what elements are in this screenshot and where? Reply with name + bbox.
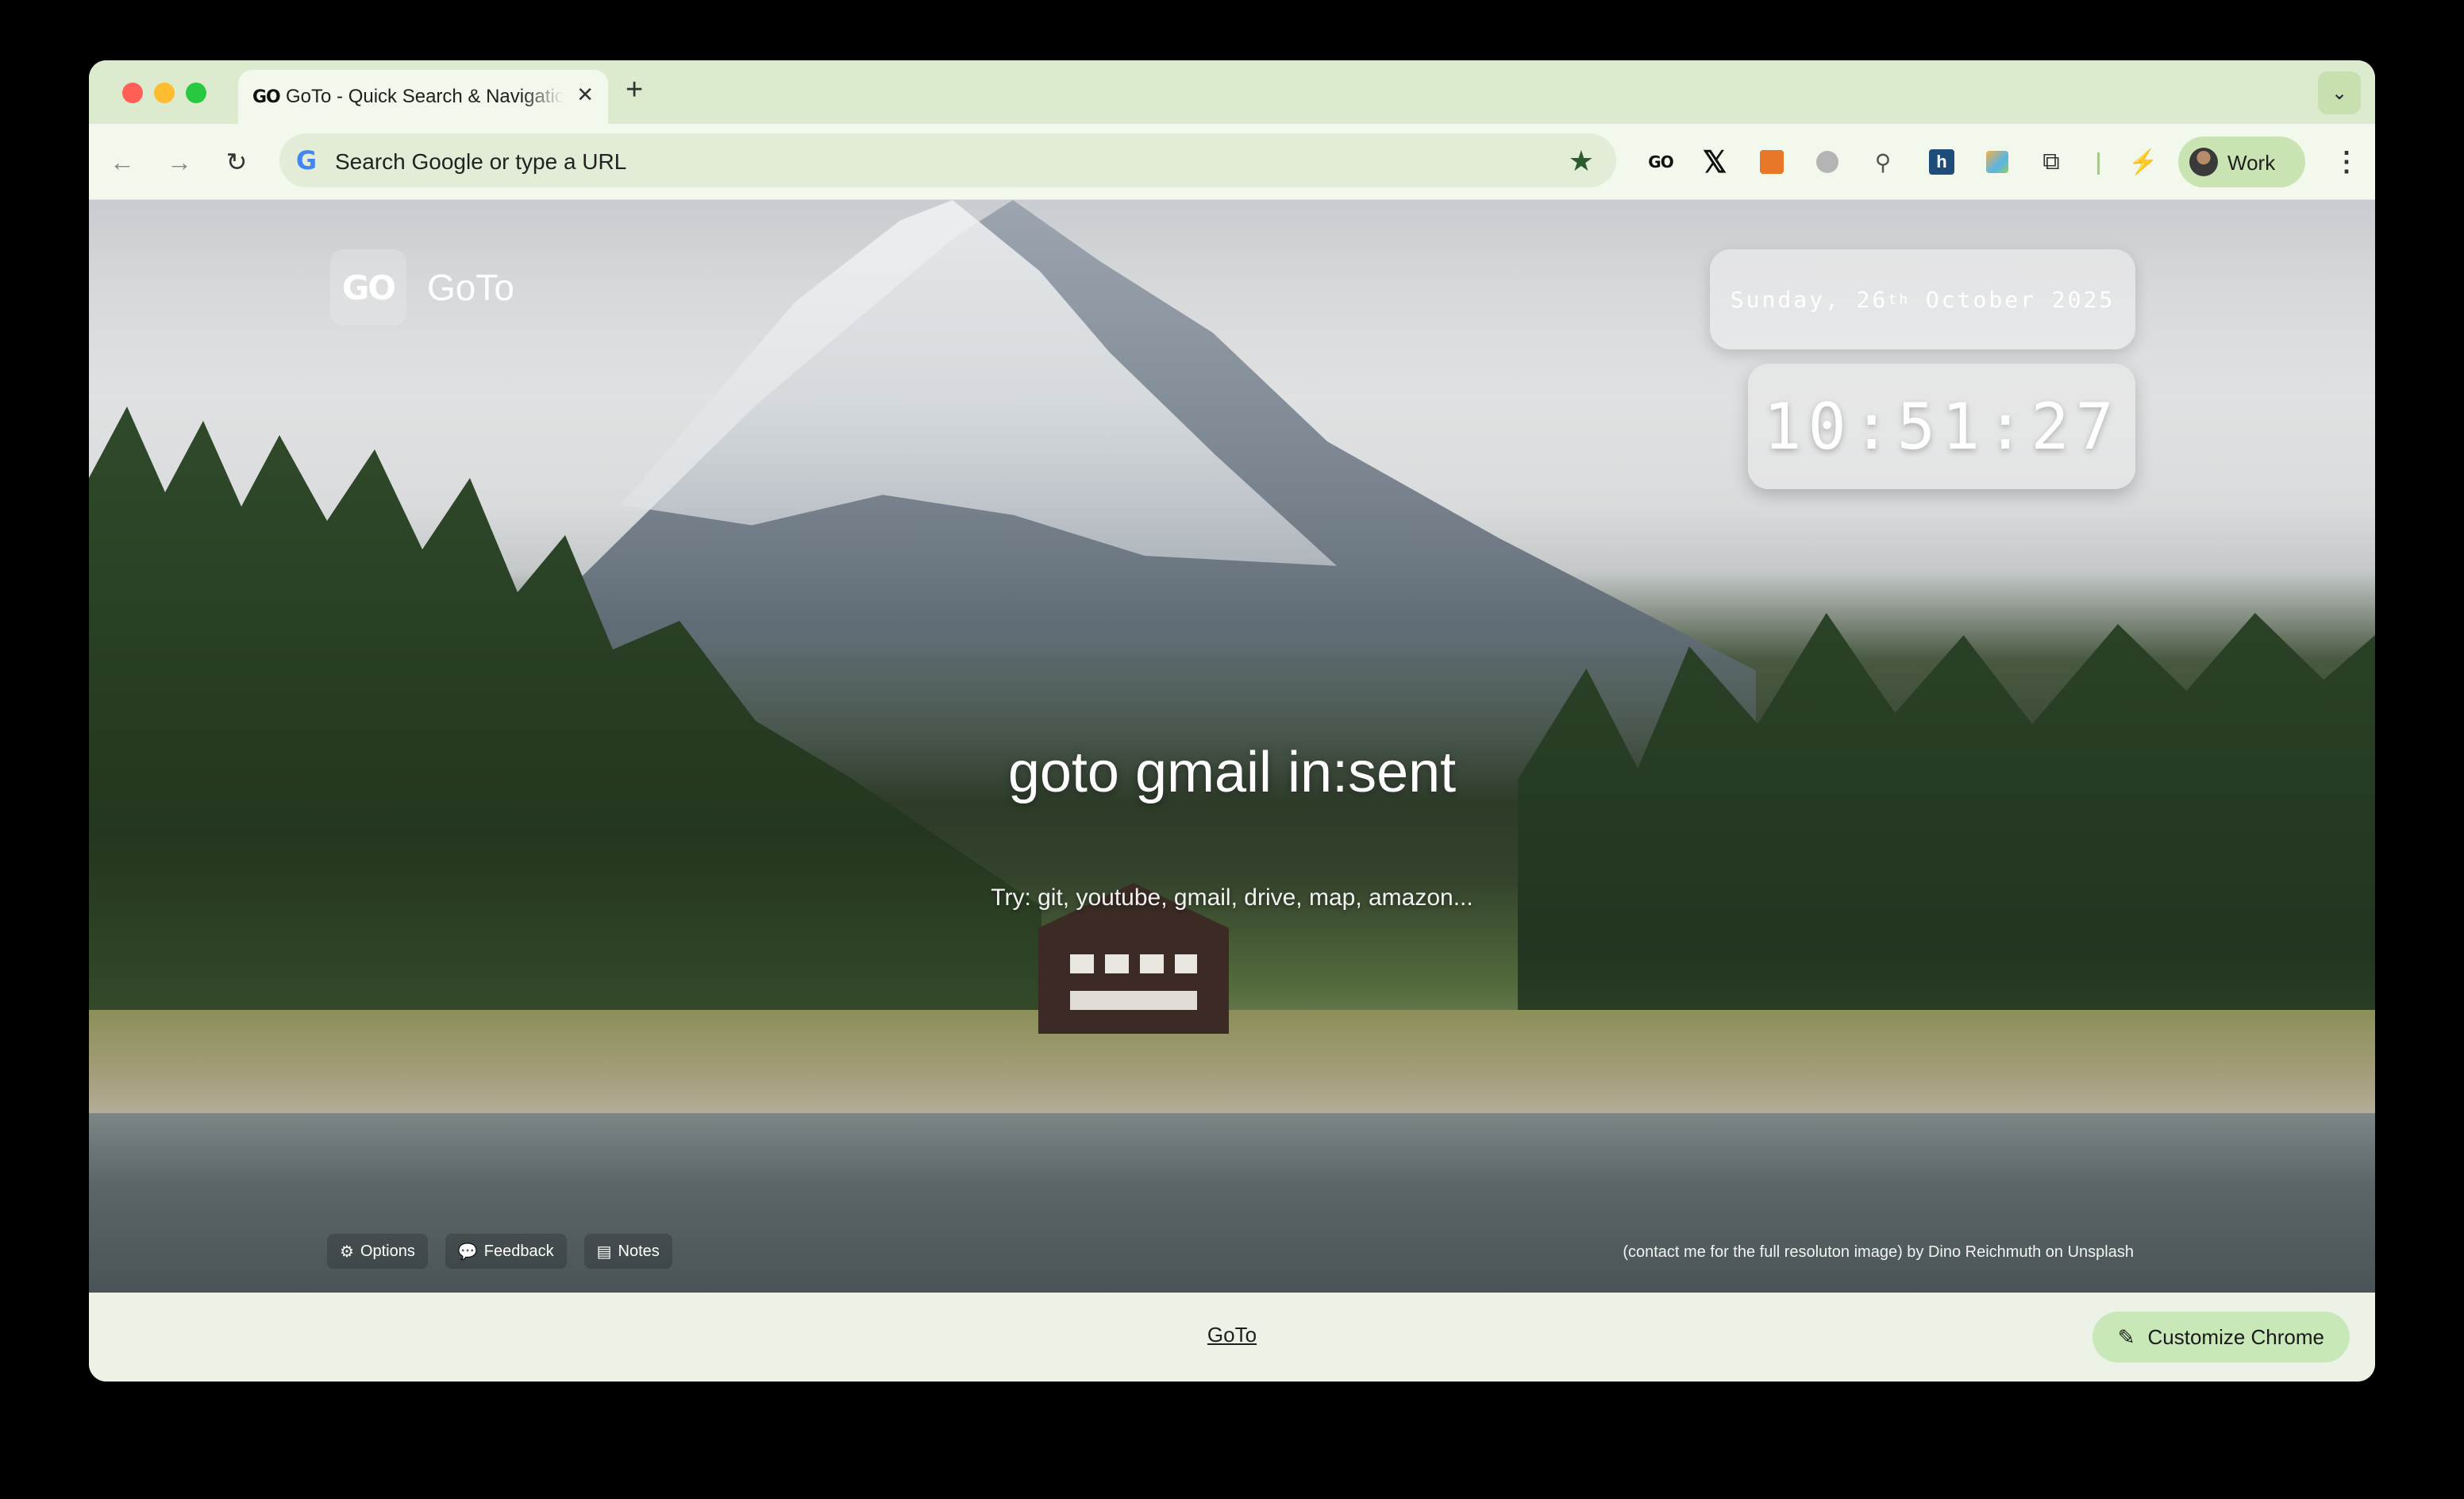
feedback-link[interactable]: 💬 Feedback	[445, 1234, 567, 1269]
brand[interactable]: GO GoTo	[330, 249, 514, 326]
puzzle-icon[interactable]: ⧉	[2032, 143, 2070, 181]
ntp-footer: GoTo ✎ Customize Chrome	[89, 1293, 2375, 1381]
background-meadow	[89, 1010, 2375, 1121]
gear-icon: ⚙	[340, 1243, 354, 1261]
reload-button[interactable]: ↻	[216, 141, 257, 183]
browser-window: GO GoTo - Quick Search & Navigation ✕ + …	[89, 60, 2375, 1381]
extension-attribution-link[interactable]: GoTo	[89, 1323, 2375, 1347]
bottom-links: ⚙ Options 💬 Feedback ▤ Notes	[327, 1234, 672, 1269]
back-button[interactable]: ←	[102, 141, 143, 183]
options-label: Options	[360, 1242, 415, 1260]
bookmark-star-icon[interactable]: ★	[1569, 145, 1594, 178]
photo-credit[interactable]: (contact me for the full resoluton image…	[1623, 1243, 2134, 1262]
chat-bubble-icon: 💬	[457, 1243, 478, 1261]
reload-icon: ↻	[225, 148, 248, 176]
profile-name: Work	[2227, 151, 2276, 175]
notes-link[interactable]: ▤ Notes	[583, 1234, 672, 1269]
options-link[interactable]: ⚙ Options	[327, 1234, 428, 1269]
brand-name: GoTo	[427, 267, 514, 308]
chevron-down-icon: ⌄	[2331, 82, 2348, 104]
telescope-icon[interactable]: ⚲	[1864, 143, 1902, 181]
date-month-year: October 2025	[1925, 286, 2116, 313]
search-query[interactable]: goto gmail in:sent	[89, 740, 2375, 805]
avatar	[2189, 148, 2218, 176]
chrome-menu-button[interactable]: ⋮	[2331, 143, 2362, 181]
active-tab[interactable]: GO GoTo - Quick Search & Navigation ✕	[238, 70, 608, 124]
date-suffix: th	[1888, 291, 1911, 308]
toolbar: ← → ↻ G Search Google or type a URL ★ GO…	[89, 124, 2375, 200]
customize-chrome-button[interactable]: ✎ Customize Chrome	[2092, 1312, 2350, 1362]
address-bar[interactable]: G Search Google or type a URL ★	[279, 133, 1616, 187]
x-icon[interactable]: 𝕏	[1696, 143, 1734, 181]
date-weekday: Sunday,	[1730, 286, 1841, 313]
new-tab-button[interactable]: +	[626, 73, 643, 107]
search-hint: Try: git, youtube, gmail, drive, map, am…	[991, 884, 1473, 911]
date-display: Sunday, 26th October 2025	[1710, 249, 2135, 349]
tab-title: GoTo - Quick Search & Navigation	[286, 86, 564, 107]
profile-button[interactable]: Work	[2178, 137, 2305, 187]
close-window-button[interactable]	[122, 83, 143, 103]
new-tab-page: GO GoTo Sunday, 26th October 2025 10:51:…	[89, 200, 2375, 1293]
arrow-left-icon: ←	[110, 147, 135, 176]
goto-logo-icon: GO	[330, 249, 406, 326]
pencil-icon: ✎	[2117, 1324, 2135, 1349]
close-tab-icon[interactable]: ✕	[576, 84, 594, 105]
google-icon: G	[295, 145, 318, 175]
customize-label: Customize Chrome	[2147, 1324, 2324, 1349]
forward-button[interactable]: →	[159, 141, 200, 183]
maximize-window-button[interactable]	[186, 83, 206, 103]
tab-strip: GO GoTo - Quick Search & Navigation ✕ + …	[89, 60, 2375, 124]
arrow-right-icon: →	[167, 147, 192, 176]
grey-ext-icon[interactable]	[1808, 143, 1846, 181]
address-bar-placeholder: Search Google or type a URL	[335, 149, 627, 174]
clock-display: 10:51:27	[1748, 364, 2135, 489]
tab-search-button[interactable]: ⌄	[2318, 71, 2361, 114]
toolbar-divider	[2097, 152, 2100, 175]
performance-icon[interactable]: ⚡	[2124, 143, 2162, 181]
feedback-label: Feedback	[483, 1242, 554, 1260]
orange-ext-icon[interactable]	[1753, 143, 1791, 181]
notes-icon: ▤	[596, 1243, 612, 1261]
blue-ext-icon[interactable]: h	[1923, 143, 1961, 181]
notes-label: Notes	[618, 1242, 660, 1260]
goto-ext-icon[interactable]: GO	[1642, 143, 1680, 181]
minimize-window-button[interactable]	[154, 83, 175, 103]
more-vert-icon: ⋮	[2333, 147, 2360, 177]
date-day: 26	[1856, 286, 1888, 313]
goto-favicon-icon: GO	[252, 87, 281, 107]
image-ext-icon[interactable]	[1978, 143, 2016, 181]
